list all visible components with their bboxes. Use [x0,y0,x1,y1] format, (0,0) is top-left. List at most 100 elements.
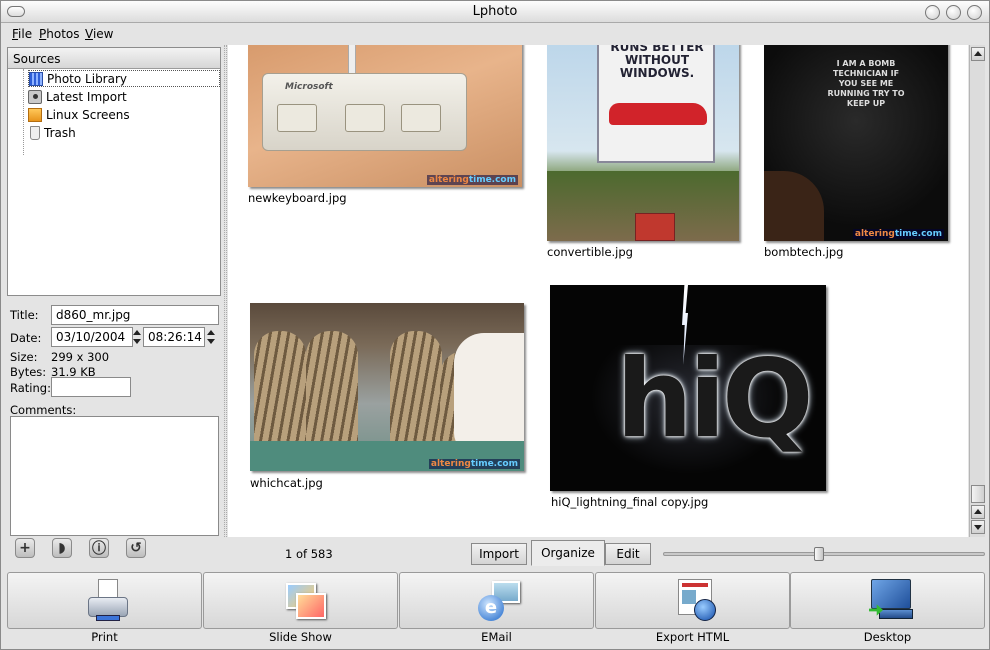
photo-count: 1 of 583 [285,547,333,561]
comments-label: Comments: [10,403,77,417]
photo-caption: hiQ_lightning_final copy.jpg [551,495,709,509]
roadside-sign [635,213,675,241]
photo-caption: convertible.jpg [547,245,633,259]
title-bar: Lphoto [1,1,989,23]
menu-bar: File Photos View [1,24,989,44]
menu-photos[interactable]: Photos [39,27,80,41]
keyboard-cable [348,45,356,76]
tree-branch-line [23,69,24,155]
source-label: Photo Library [47,71,128,86]
export-html-label: Export HTML [655,630,730,644]
print-label: Print [91,630,118,644]
source-label: Linux Screens [46,107,130,122]
camera-icon [28,89,42,104]
panel-splitter[interactable] [224,45,227,537]
comments-field[interactable] [10,416,219,536]
bytes-label: Bytes: [10,365,47,379]
photo-logo-text: hiQ [616,337,814,462]
shirt-text: I AM A BOMB TECHNICIAN IF YOU SEE ME RUN… [827,59,905,108]
photo-thumbnail[interactable]: I AM A BOMB TECHNICIAN IF YOU SEE ME RUN… [764,45,948,241]
title-label: Title: [10,308,39,322]
slideshow-button[interactable] [203,572,398,629]
sources-panel: Sources Photo Library Latest Import Linu… [7,47,221,296]
zoom-slider-handle[interactable] [814,547,824,561]
source-latest-import[interactable]: Latest Import [28,88,220,105]
billboard-text: RUNS BETTER WITHOUT WINDOWS. [610,45,704,80]
keyboard-key [345,104,385,132]
kitten-shape [390,331,442,451]
source-label: Latest Import [46,89,127,104]
email-label: EMail [481,630,512,644]
minimize-button[interactable] [925,5,940,20]
photo-watermark: alteringtime.com [426,175,518,185]
photo-thumbnail[interactable]: Microsoft alteringtime.com [248,45,522,187]
size-label: Size: [10,350,38,364]
photo-thumbnail[interactable]: alteringtime.com [250,303,524,471]
rotate-left-button[interactable]: ↺ [126,538,146,558]
billboard: RUNS BETTER WITHOUT WINDOWS. [597,45,715,163]
desktop-button[interactable] [790,572,985,629]
photo-caption: bombtech.jpg [764,245,844,259]
photo-watermark: alteringtime.com [852,229,944,239]
photo-browser: Microsoft alteringtime.com newkeyboard.j… [228,45,968,537]
add-icon: + [19,540,31,556]
info-icon: ⓘ [92,541,106,557]
kitten-shape [254,331,306,451]
sources-header[interactable]: Sources [8,48,220,69]
white-kitten [454,333,524,453]
maximize-button[interactable] [946,5,961,20]
size-value: 299 x 300 [51,350,110,364]
rotate-icon: ◗ [58,540,66,556]
photo-caption: newkeyboard.jpg [248,191,347,205]
keyboard-key [277,104,317,132]
export-html-button[interactable] [595,572,790,629]
photo-watermark: alteringtime.com [428,459,520,469]
info-button[interactable]: ⓘ [89,538,109,558]
photo-library-icon [29,71,43,86]
scroll-up-arrow-icon[interactable] [971,505,985,519]
kitten-shape [306,331,358,451]
tab-import[interactable]: Import [471,543,527,565]
date-label: Date: [10,331,42,345]
scroll-up-arrow-icon[interactable] [971,47,985,61]
add-button[interactable]: + [15,538,35,558]
app-window: Lphoto File Photos View Sources Photo Li… [0,0,990,650]
photo-arm [764,171,824,241]
date-spinner[interactable] [131,327,143,347]
date-field[interactable]: 03/10/2004 [51,327,133,347]
menu-file[interactable]: File [12,27,32,41]
email-button[interactable]: e [399,572,594,629]
source-linux-screens[interactable]: Linux Screens [28,106,220,123]
menu-view[interactable]: View [85,27,113,41]
desktop-icon [869,577,913,623]
time-spinner[interactable] [205,327,217,347]
scroll-down-arrow-icon[interactable] [971,520,985,534]
keyboard-shape: Microsoft [262,73,467,151]
export-html-icon [674,577,716,623]
vertical-scrollbar[interactable] [969,45,985,537]
zoom-slider-track[interactable] [663,552,985,556]
close-button[interactable] [967,5,982,20]
print-button[interactable] [7,572,202,629]
photo-thumbnail[interactable]: RUNS BETTER WITHOUT WINDOWS. [547,45,739,241]
source-photo-library[interactable]: Photo Library [28,70,220,87]
rating-field[interactable] [51,377,131,397]
desktop-label: Desktop [863,630,912,644]
rating-label: Rating: [10,381,51,395]
window-title: Lphoto [472,4,518,19]
photo-thumbnail[interactable]: hiQ [550,285,826,491]
source-trash[interactable]: Trash [28,124,220,141]
slideshow-icon [282,577,326,623]
keyboard-logo: Microsoft [285,82,333,92]
rotate-button[interactable]: ◗ [52,538,72,558]
tab-edit[interactable]: Edit [605,543,651,565]
email-icon: e [478,577,520,623]
tab-organize[interactable]: Organize [531,540,605,566]
source-label: Trash [44,125,76,140]
photo-caption: whichcat.jpg [250,476,323,490]
slideshow-label: Slide Show [269,630,332,644]
title-field[interactable]: d860_mr.jpg [51,305,219,325]
printer-icon [86,577,128,623]
time-field[interactable]: 08:26:14 [143,327,205,347]
scroll-thumb[interactable] [971,485,985,503]
